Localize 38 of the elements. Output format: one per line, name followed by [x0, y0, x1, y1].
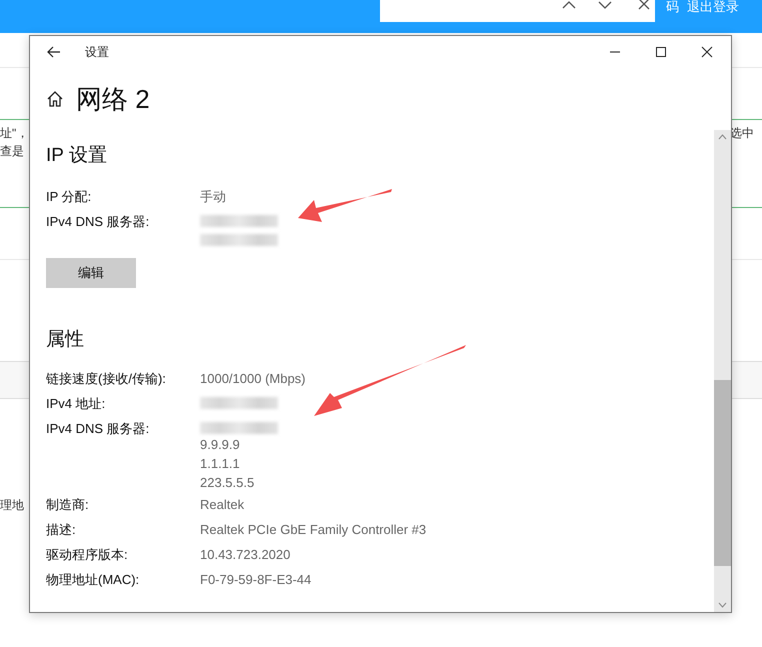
property-label: IPv4 地址: [46, 395, 106, 413]
property-value: 9.9.9.9 [200, 436, 241, 454]
header-link[interactable]: 退出登录 [687, 0, 739, 14]
section-heading: 属性 [46, 328, 85, 352]
header-link[interactable]: 码 [666, 0, 679, 14]
close-icon[interactable] [638, 0, 650, 10]
property-label: IPv4 DNS 服务器: [46, 213, 150, 231]
page-title: 网络 2 [76, 82, 150, 116]
property-value: 1.1.1.1 [200, 455, 241, 473]
property-label: 描述: [46, 521, 77, 539]
property-value: Realtek [200, 496, 244, 514]
scrollbar[interactable] [714, 130, 731, 612]
edit-button[interactable]: 编辑 [46, 258, 136, 288]
window-title: 设置 [85, 44, 109, 60]
property-value: 1000/1000 (Mbps) [200, 370, 306, 388]
property-value: 10.43.723.2020 [200, 546, 290, 564]
close-icon[interactable] [701, 46, 713, 58]
property-label: 驱动程序版本: [46, 546, 129, 564]
property-label: 链接速度(接收/传输): [46, 370, 167, 388]
up-caret-icon[interactable] [562, 0, 576, 10]
section-heading: IP 设置 [46, 144, 108, 168]
page-text: 址"， [0, 125, 28, 142]
property-value: 223.5.5.5 [200, 474, 256, 492]
property-label: IPv4 DNS 服务器: [46, 420, 150, 438]
property-value: F0-79-59-8F-E3-44 [200, 571, 312, 589]
property-value: 手动 [200, 188, 226, 206]
down-caret-icon[interactable] [598, 0, 612, 10]
scroll-up-icon[interactable] [718, 134, 727, 140]
back-arrow-icon[interactable] [47, 46, 61, 58]
maximize-icon[interactable] [655, 46, 667, 58]
page-text: 查是 [0, 143, 24, 160]
page-text: 理地 [0, 497, 24, 514]
property-value: Realtek PCIe GbE Family Controller #3 [200, 521, 426, 539]
property-label: 制造商: [46, 496, 90, 514]
property-label: 物理地址(MAC): [46, 571, 140, 589]
property-label: IP 分配: [46, 188, 92, 206]
scroll-down-icon[interactable] [718, 602, 727, 608]
home-icon[interactable] [46, 90, 64, 108]
